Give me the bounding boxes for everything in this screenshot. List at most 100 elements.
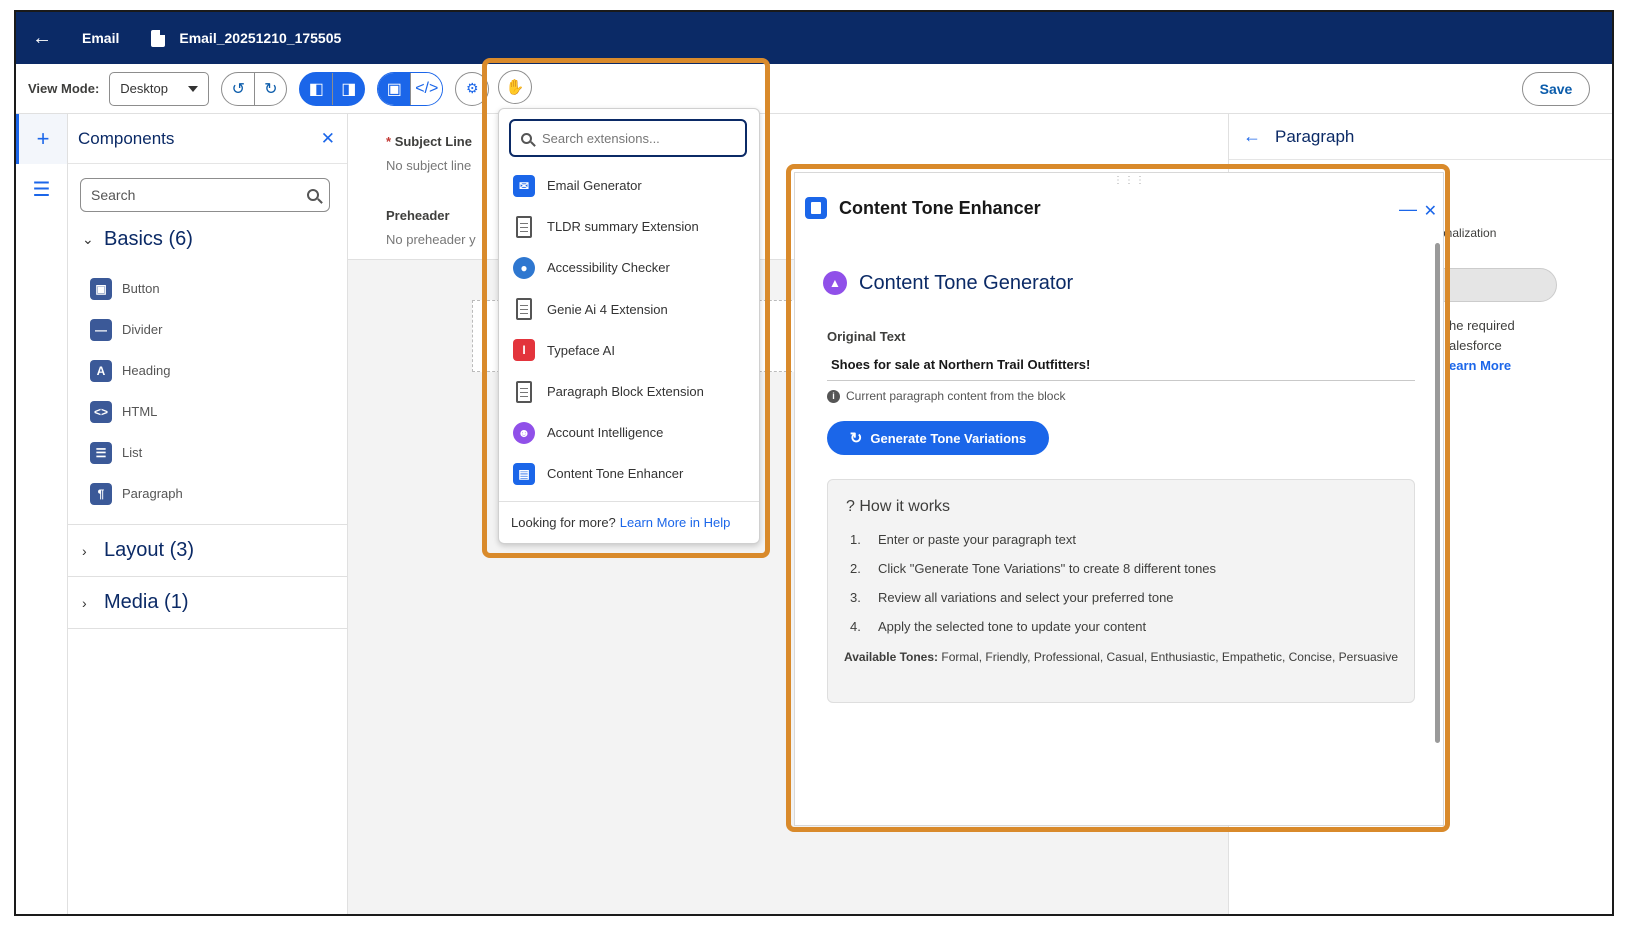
component-label: Heading <box>122 363 171 378</box>
extension-item-genie-ai[interactable]: Genie Ai 4 Extension <box>499 289 759 330</box>
view-mode-select[interactable]: Desktop <box>109 71 210 106</box>
component-label: Paragraph <box>122 486 183 501</box>
drag-handle-icon[interactable]: ⋮⋮⋮ <box>1113 175 1146 186</box>
learn-more-in-help-link[interactable]: Learn More in Help <box>620 515 731 530</box>
component-label: HTML <box>122 404 158 419</box>
extensions-menu: Search extensions... ✉ Email Generator T… <box>498 108 760 544</box>
undo-icon[interactable]: ↺ <box>222 73 254 105</box>
how-it-works-steps: 1. Enter or paste your paragraph text 2. C… <box>850 532 1410 648</box>
components-title: Components <box>78 128 175 148</box>
components-header: Components ✕ <box>68 114 347 164</box>
layers-list-icon[interactable]: ☰ <box>16 164 67 214</box>
scrollbar[interactable] <box>1435 243 1440 743</box>
button-icon: ▣ <box>90 277 112 300</box>
layout-label: Layout (3) <box>104 539 195 561</box>
extensions-button[interactable]: ✋ <box>498 70 532 104</box>
extension-label: Content Tone Enhancer <box>547 466 684 482</box>
extension-label: Account Intelligence <box>547 425 664 441</box>
original-text-field[interactable]: Shoes for sale at Northern Trail Outfitt… <box>827 353 1415 381</box>
accessibility-icon: ● <box>513 256 535 279</box>
typeface-icon: I <box>513 339 535 362</box>
back-arrow-icon[interactable]: ← <box>1243 126 1261 147</box>
original-text-label: Original Text <box>827 329 906 344</box>
account-icon: ☻ <box>513 421 535 444</box>
component-item-list[interactable]: ☰ List <box>68 432 347 473</box>
extension-item-tldr-summary[interactable]: TLDR summary Extension <box>499 206 759 247</box>
back-arrow-icon[interactable]: ← <box>16 27 68 50</box>
paragraph-panel-title: Paragraph <box>1275 126 1355 146</box>
app-label[interactable]: Email <box>82 30 119 46</box>
extensions-search-placeholder: Search extensions... <box>542 130 660 146</box>
code-view-icon[interactable]: </> <box>410 72 443 105</box>
extension-item-paragraph-block[interactable]: Paragraph Block Extension <box>499 371 759 412</box>
basics-section-toggle[interactable]: ⌄ Basics (6) <box>68 224 347 254</box>
extension-item-account-intelligence[interactable]: ☻ Account Intelligence <box>499 412 759 453</box>
heading-icon: A <box>90 359 112 382</box>
preview-code-group: ▣ </> <box>377 71 444 106</box>
footer-text: Looking for more? <box>511 515 616 530</box>
step-item: 2. Click "Generate Tone Variations" to cr… <box>850 561 1217 576</box>
media-section-toggle[interactable]: › Media (1) <box>68 577 347 629</box>
minimize-icon[interactable]: — <box>1399 199 1417 220</box>
preview-icon[interactable]: ▣ <box>378 72 411 105</box>
left-panel-toggle-icon[interactable]: ◧ <box>300 73 332 105</box>
learn-more-link[interactable]: earn More <box>1449 358 1511 373</box>
extension-item-typeface-ai[interactable]: I Typeface AI <box>499 330 759 371</box>
right-panel-toggle-icon[interactable]: ◨ <box>332 72 364 105</box>
components-panel: Components ✕ Search ⌄ Basics (6) ▣ Butto… <box>68 114 348 914</box>
extension-item-content-tone-enhancer[interactable]: ▤ Content Tone Enhancer <box>499 453 759 494</box>
extension-item-email-generator[interactable]: ✉ Email Generator <box>499 165 759 206</box>
generate-tone-variations-button[interactable]: ↻ Generate Tone Variations <box>827 421 1049 455</box>
chevron-down-icon: ⌄ <box>82 230 94 247</box>
extensions-footer: Looking for more? Learn More in Help <box>499 501 759 543</box>
info-icon: i <box>827 389 840 403</box>
chevron-down-icon <box>188 85 199 92</box>
layout-section-toggle[interactable]: › Layout (3) <box>68 525 347 577</box>
components-search-placeholder: Search <box>91 187 136 203</box>
info-text-line1: he required <box>1449 318 1515 333</box>
redo-icon[interactable]: ↻ <box>254 72 286 105</box>
component-item-paragraph[interactable]: ¶ Paragraph <box>68 473 347 514</box>
view-mode-value: Desktop <box>120 81 168 96</box>
step-item: 3. Review all variations and select your … <box>850 590 1174 605</box>
panel-toggle-group: ◧ ◨ <box>299 71 366 106</box>
component-item-divider[interactable]: — Divider <box>68 309 347 350</box>
document-name: Email_20251210_175505 <box>179 30 342 46</box>
component-label: Divider <box>122 322 163 337</box>
divider-icon: — <box>90 318 112 341</box>
question-icon: ? <box>846 498 855 515</box>
info-text-line2: alesforce <box>1449 338 1502 353</box>
content-tone-enhancer-panel: ⋮⋮⋮ Content Tone Enhancer — ✕ ▲ Content … <box>794 172 1444 826</box>
editor-toolbar: View Mode: Desktop ↺ ↻ ◧ ◨ ▣ </> ⚙ Save <box>16 64 1612 114</box>
paragraph-icon: ¶ <box>90 482 112 505</box>
tone-generator-icon: ▲ <box>823 271 847 295</box>
panel-title: Content Tone Enhancer <box>839 197 1041 218</box>
clipboard-icon <box>516 298 532 321</box>
component-item-heading[interactable]: A Heading <box>68 350 347 391</box>
search-icon <box>307 189 319 201</box>
component-label: List <box>122 445 143 460</box>
extension-item-accessibility-checker[interactable]: ● Accessibility Checker <box>499 247 759 288</box>
add-components-icon[interactable]: + <box>16 114 67 164</box>
original-text-help: i Current paragraph content from the blo… <box>827 389 1065 403</box>
subject-line-value[interactable]: No subject line <box>386 158 471 173</box>
close-icon[interactable]: ✕ <box>1424 201 1437 221</box>
extension-label: Genie Ai 4 Extension <box>547 301 668 317</box>
content-tone-icon: ▤ <box>513 462 535 485</box>
extension-label: TLDR summary Extension <box>547 219 699 235</box>
media-label: Media (1) <box>104 591 189 613</box>
close-icon[interactable]: ✕ <box>321 129 335 149</box>
available-tones: Available Tones: Formal, Friendly, Profe… <box>844 648 1400 667</box>
component-item-html[interactable]: <> HTML <box>68 391 347 432</box>
extension-label: Accessibility Checker <box>547 260 670 276</box>
content-tone-icon <box>805 197 827 219</box>
basics-component-list: ▣ Button — Divider A Heading <> HTML ☰ L… <box>68 268 347 514</box>
components-search-input[interactable]: Search <box>80 178 330 212</box>
basics-label: Basics (6) <box>104 227 193 250</box>
list-icon: ☰ <box>90 441 112 464</box>
component-item-button[interactable]: ▣ Button <box>68 268 347 309</box>
available-tones-value: Formal, Friendly, Professional, Casual, … <box>941 650 1399 664</box>
preheader-value[interactable]: No preheader y <box>386 232 476 247</box>
save-button[interactable]: Save <box>1522 72 1590 106</box>
extensions-search-input[interactable]: Search extensions... <box>509 119 747 157</box>
